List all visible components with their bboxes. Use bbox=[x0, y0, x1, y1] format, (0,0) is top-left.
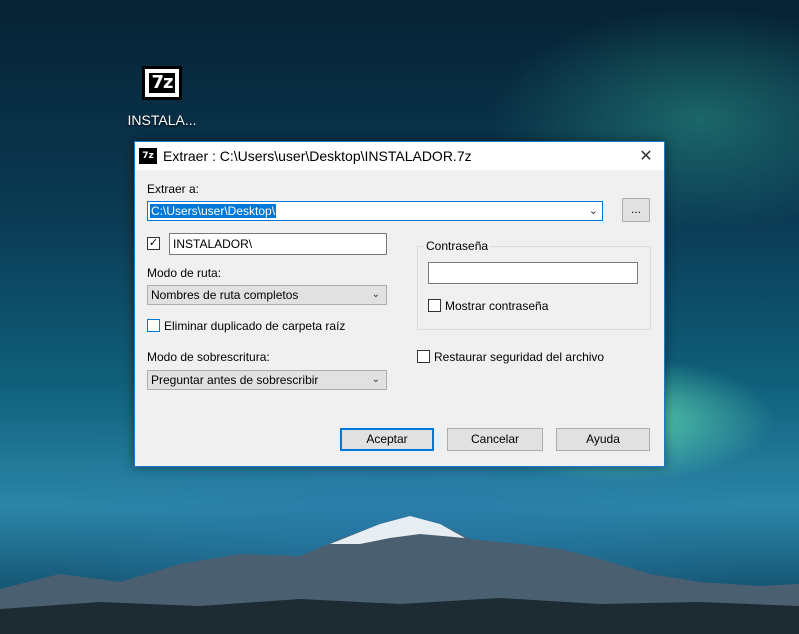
title-bar[interactable]: 7z Extraer : C:\Users\user\Desktop\INSTA… bbox=[135, 142, 664, 170]
7z-app-icon: 7z bbox=[139, 148, 157, 164]
7z-archive-icon: 7z bbox=[142, 66, 182, 100]
desktop-archive-icon[interactable]: 7z INSTALA... bbox=[122, 66, 202, 128]
browse-button[interactable]: ... bbox=[622, 198, 650, 222]
close-icon[interactable]: ✕ bbox=[628, 142, 664, 170]
password-field[interactable] bbox=[428, 262, 638, 284]
desktop-icon-label: INSTALA... bbox=[127, 112, 197, 128]
extract-to-value[interactable]: C:\Users\user\Desktop\ bbox=[150, 204, 277, 218]
password-group: Contraseña Mostrar contraseña bbox=[417, 239, 651, 330]
remove-duplicate-label[interactable]: Eliminar duplicado de carpeta raíz bbox=[164, 319, 345, 333]
folder-name-field[interactable]: INSTALADOR\ bbox=[169, 233, 387, 255]
chevron-down-icon: ⌄ bbox=[371, 289, 380, 300]
extract-to-label: Extraer a: bbox=[147, 182, 200, 196]
overwrite-mode-select[interactable]: Preguntar antes de sobrescribir ⌄ bbox=[147, 370, 387, 390]
remove-duplicate-checkbox[interactable] bbox=[147, 319, 160, 332]
chevron-down-icon: ⌄ bbox=[371, 374, 380, 385]
dialog-title: Extraer : C:\Users\user\Desktop\INSTALAD… bbox=[163, 148, 472, 164]
show-password-checkbox[interactable] bbox=[428, 299, 441, 312]
help-button[interactable]: Ayuda bbox=[556, 428, 650, 451]
chevron-down-icon[interactable]: ⌄ bbox=[589, 202, 598, 220]
password-group-title: Contraseña bbox=[424, 239, 491, 253]
extract-to-combo[interactable]: C:\Users\user\Desktop\ ⌄ bbox=[147, 201, 603, 221]
restore-security-checkbox[interactable] bbox=[417, 350, 430, 363]
overwrite-mode-label: Modo de sobrescritura: bbox=[147, 350, 270, 364]
restore-security-label[interactable]: Restaurar seguridad del archivo bbox=[434, 350, 604, 364]
extract-dialog: 7z Extraer : C:\Users\user\Desktop\INSTA… bbox=[134, 141, 665, 467]
ok-button[interactable]: Aceptar bbox=[340, 428, 434, 451]
path-mode-label: Modo de ruta: bbox=[147, 266, 222, 280]
show-password-label[interactable]: Mostrar contraseña bbox=[445, 299, 548, 313]
mountain-landscape bbox=[0, 516, 799, 634]
folder-checkbox[interactable]: ✓ bbox=[147, 237, 160, 250]
cancel-button[interactable]: Cancelar bbox=[447, 428, 543, 451]
path-mode-value: Nombres de ruta completos bbox=[151, 288, 299, 302]
overwrite-mode-value: Preguntar antes de sobrescribir bbox=[151, 373, 319, 387]
path-mode-select[interactable]: Nombres de ruta completos ⌄ bbox=[147, 285, 387, 305]
